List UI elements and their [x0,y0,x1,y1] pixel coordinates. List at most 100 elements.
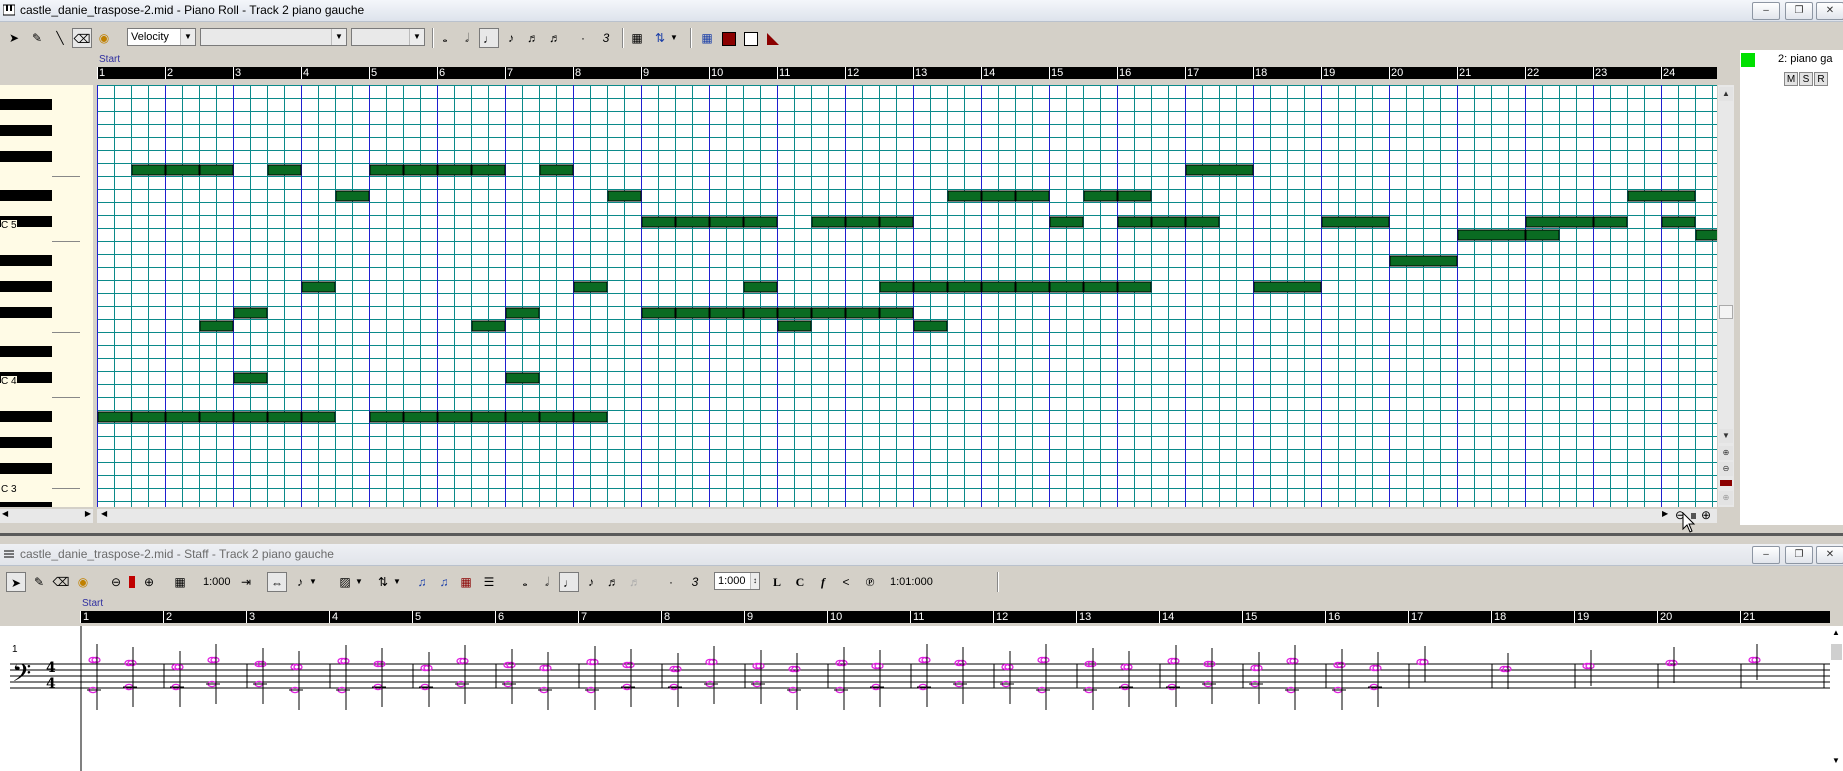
dynamics-button[interactable]: f [813,572,833,592]
midi-note[interactable] [471,411,506,423]
midi-note[interactable] [131,164,166,176]
solo-button[interactable]: S [1799,72,1813,86]
midi-note[interactable] [981,190,1016,202]
chord-button[interactable]: C [790,572,810,592]
eraser-tool-button[interactable]: ⌫ [51,572,71,592]
zoom-out-button[interactable]: ⊖ [106,572,126,592]
empty-square-button[interactable] [741,28,761,48]
midi-note[interactable] [1049,281,1084,293]
scrub-tool-button[interactable]: ◉ [73,572,93,592]
midi-note[interactable] [879,216,914,228]
horizontal-scrollbar[interactable]: ◀ ▶ ⊖ ⊕ [97,508,1717,523]
midi-note[interactable] [1049,216,1084,228]
unbeam-button[interactable]: ♫ [434,572,454,592]
midi-note[interactable] [267,164,302,176]
midi-note[interactable] [1695,229,1717,241]
scroll-thumb[interactable] [1719,305,1733,319]
channel-combo[interactable]: ▼ [351,28,425,46]
snap-grid-button[interactable]: ▦ [170,572,190,592]
midi-note[interactable] [573,411,608,423]
start-marker[interactable]: Start [99,54,120,65]
mute-button[interactable]: M [1784,72,1798,86]
scroll-up-icon[interactable]: ▲ [1719,87,1733,101]
pencil-tool-button[interactable]: ✎ [29,572,49,592]
midi-note[interactable] [471,164,506,176]
measure-ruler[interactable]: 1 2 3 4 5 6 7 8 9 10 11 12 13 14 15 16 17 18 19 20 21 22 23 24 [97,67,1717,79]
midi-note[interactable] [233,372,268,384]
midi-note[interactable] [199,411,234,423]
minimize-button[interactable]: – [1752,2,1780,20]
black-key[interactable] [0,281,52,292]
midi-note[interactable] [947,281,982,293]
midi-note[interactable] [1117,216,1152,228]
scroll-down-icon[interactable]: ▼ [1832,756,1840,765]
scrub-tool-button[interactable]: ◉ [94,28,114,48]
midi-note[interactable] [1185,164,1254,176]
half-note-button[interactable]: 𝅗𝅥 [457,28,477,48]
midi-note[interactable] [709,216,744,228]
midi-note[interactable] [777,307,812,319]
black-key[interactable] [0,346,52,357]
midi-note[interactable] [641,307,676,319]
pencil-tool-button[interactable]: ✎ [27,28,47,48]
midi-note[interactable] [1015,190,1050,202]
quantize-value[interactable]: 1:000 [203,576,231,588]
piano-keyboard[interactable]: C 5 C 4 C 3 [0,85,93,507]
midi-note[interactable] [845,307,880,319]
midi-note[interactable] [369,164,404,176]
black-key[interactable] [0,307,52,318]
midi-note[interactable] [505,411,540,423]
midi-note[interactable] [301,281,336,293]
midi-note[interactable] [437,411,472,423]
close-button[interactable]: ✕ [1816,2,1843,20]
dotted-button[interactable]: · [661,572,681,592]
dotted-button[interactable]: · [573,28,593,48]
sixteenth-note-button[interactable]: ♬ [603,572,623,592]
midi-note[interactable] [1117,190,1152,202]
vertical-zoom-bar[interactable] [1720,480,1732,486]
midi-note[interactable] [879,281,914,293]
midi-note[interactable] [1185,216,1220,228]
midi-note[interactable] [471,320,506,332]
midi-note[interactable] [1593,216,1628,228]
midi-note[interactable] [131,411,166,423]
midi-note[interactable] [1083,190,1118,202]
midi-note[interactable] [811,307,846,319]
snap-grid-button[interactable]: ▦ [627,28,647,48]
black-key[interactable] [0,125,52,136]
midi-note[interactable] [437,164,472,176]
record-button[interactable]: R [1814,72,1828,86]
track-color-swatch[interactable] [1741,53,1755,67]
fill-dropdown-icon[interactable]: ▼ [353,572,365,592]
eighth-note-button[interactable]: ♪ [581,572,601,592]
minimize-button[interactable]: – [1752,546,1780,564]
midi-note[interactable] [675,216,710,228]
midi-note[interactable] [335,190,370,202]
midi-note[interactable] [709,307,744,319]
midi-note[interactable] [301,411,336,423]
midi-note[interactable] [947,190,982,202]
zoom-in-button[interactable]: ⊕ [139,572,159,592]
split-button[interactable]: ⇔ [267,572,287,592]
quarter-note-button[interactable]: ♩ [479,28,499,48]
transpose-button[interactable]: ⇅ [373,572,393,592]
triplet-button[interactable]: 3 [596,28,616,48]
controller-combo[interactable]: ▼ [200,28,347,46]
black-key[interactable] [0,151,52,162]
thirtysecond-note-button[interactable]: ♬ [545,28,565,48]
beam-button[interactable]: ♫ [412,572,432,592]
midi-note[interactable] [199,164,234,176]
midi-note[interactable] [845,216,880,228]
select-tool-button[interactable]: ➤ [6,572,26,592]
measure-ruler[interactable]: 1 2 3 4 5 6 7 8 9 10 11 12 13 14 15 16 17 18 19 20 21 [80,611,1830,623]
restore-button[interactable]: ❐ [1785,546,1813,564]
midi-note[interactable] [1661,216,1696,228]
black-key[interactable] [0,437,52,448]
zoom-out-vertical-icon[interactable]: ⊖ [1719,462,1733,476]
midi-note[interactable] [505,372,540,384]
midi-note[interactable] [743,216,778,228]
midi-note[interactable] [165,411,200,423]
midi-note[interactable] [1083,281,1118,293]
scroll-left-icon[interactable]: ◀ [2,509,8,518]
start-marker[interactable]: Start [82,598,103,609]
